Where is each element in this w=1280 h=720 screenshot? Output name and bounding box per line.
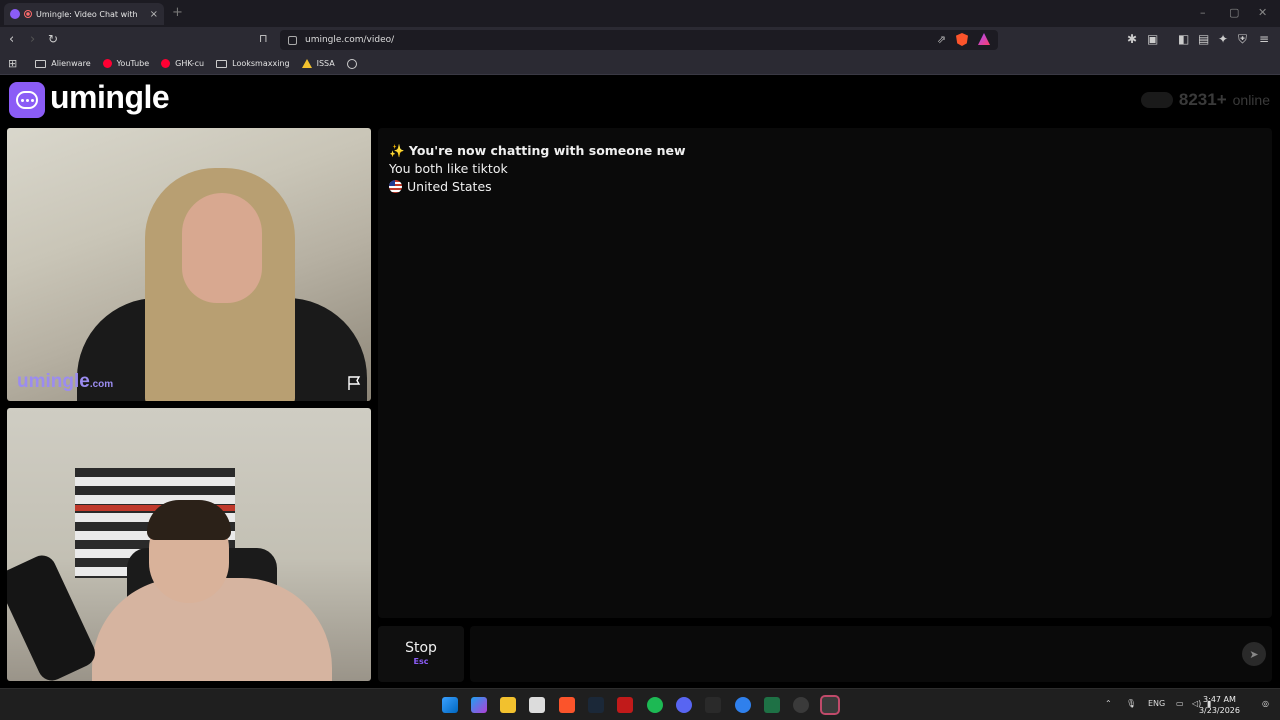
extensions-icon[interactable]: ✱ <box>1127 32 1137 46</box>
close-tab-icon[interactable]: × <box>150 9 158 20</box>
close-window-icon[interactable]: ✕ <box>1258 6 1267 19</box>
bookmark-ghk-cu[interactable]: GHK-cu <box>161 59 204 68</box>
site-info-icon[interactable] <box>288 35 297 45</box>
bookmarks-bar: ⊞ Alienware YouTube GHK-cu Looksmaxxing … <box>0 53 1280 75</box>
country-label: United States <box>407 179 492 194</box>
online-counter: 8231+ online <box>1140 90 1270 110</box>
recording-indicator-icon <box>24 10 32 18</box>
ai-sparkle-icon[interactable]: ✦ <box>1218 32 1228 46</box>
chat-panel: ✨ You're now chatting with someone new Y… <box>378 128 1272 618</box>
online-toggle[interactable] <box>1140 92 1173 108</box>
copilot-icon[interactable] <box>471 697 487 713</box>
youtube-icon <box>161 59 171 68</box>
share-icon[interactable]: ⇗ <box>937 33 946 46</box>
tab-title: Umingle: Video Chat with Stra <box>36 9 140 19</box>
reload-icon[interactable]: ↻ <box>48 32 58 46</box>
youtube-icon <box>102 59 112 68</box>
url-text: umingle.com/video/ <box>305 35 395 45</box>
start-icon[interactable] <box>442 697 458 713</box>
self-video <box>7 408 371 681</box>
umingle-favicon-icon <box>10 9 20 19</box>
bookmark-alienware[interactable]: Alienware <box>35 59 91 68</box>
system-clock[interactable]: 3:47 AM 3/23/2026 <box>1199 694 1240 716</box>
brave-shield-icon[interactable] <box>956 33 968 46</box>
issa-icon <box>301 59 312 68</box>
logo-text[interactable]: umingle <box>50 79 170 116</box>
stranger-video: umingle.com <box>7 128 371 401</box>
store-icon[interactable] <box>529 697 545 713</box>
common-interest-message: You both like tiktok <box>389 161 508 176</box>
browser-toolbar: ‹ › ↻ ⊓ umingle.com/video/ ⇗ ✱ ▣ ◧ ▤ ✦ ⛨… <box>0 27 1280 53</box>
wallet-icon[interactable]: ▣ <box>1147 32 1158 46</box>
us-flag-icon <box>389 180 402 193</box>
folder-icon <box>35 59 47 68</box>
back-icon[interactable]: ‹ <box>9 32 14 47</box>
new-tab-icon[interactable]: + <box>172 5 183 20</box>
bookmark-looksmaxxing[interactable]: Looksmaxxing <box>216 59 290 68</box>
browser-tab[interactable]: Umingle: Video Chat with Stra × <box>4 3 164 25</box>
apps-grid-icon[interactable]: ⊞ <box>8 57 17 70</box>
leo-icon[interactable]: ▤ <box>1198 32 1209 46</box>
maximize-icon[interactable]: ▢ <box>1229 6 1239 19</box>
tray-overflow-icon[interactable]: ⌃ <box>1105 699 1112 708</box>
discord-icon[interactable] <box>676 697 692 713</box>
online-label: online <box>1232 92 1270 108</box>
excel-icon[interactable] <box>764 697 780 713</box>
clock-date: 3/23/2026 <box>1198 706 1240 715</box>
minimize-icon[interactable]: – <box>1200 6 1206 19</box>
browser-tab-bar: Umingle: Video Chat with Stra × + – ▢ ✕ <box>0 0 1280 27</box>
red-app-icon[interactable] <box>617 697 633 713</box>
country-message: United States <box>389 178 1261 196</box>
bookmark-issa[interactable]: ISSA <box>301 59 335 68</box>
address-bar[interactable]: umingle.com/video/ ⇗ <box>280 30 998 50</box>
globe-icon <box>346 58 357 69</box>
brave-icon[interactable] <box>559 697 575 713</box>
stop-shortcut: Esc <box>413 657 429 666</box>
folder-icon <box>216 59 228 68</box>
microphone-icon[interactable]: 🎙 <box>1126 699 1136 708</box>
bookmark-youtube[interactable]: YouTube <box>102 59 149 68</box>
epic-games-icon[interactable] <box>705 697 721 713</box>
windows-taskbar: ⌃ 🎙 ENG ▭ ◁) ▮ 3:47 AM 3/23/2026 ◎ <box>0 688 1280 720</box>
online-count: 8231+ <box>1178 90 1227 109</box>
forward-icon[interactable]: › <box>30 32 35 47</box>
report-flag-icon[interactable] <box>346 375 362 391</box>
message-input[interactable]: ➤ <box>470 626 1272 682</box>
umingle-watermark: umingle.com <box>17 371 114 392</box>
self-hair <box>147 500 231 540</box>
menu-icon[interactable]: ≡ <box>1259 32 1269 46</box>
language-indicator[interactable]: ENG <box>1148 699 1165 708</box>
spotify-icon[interactable] <box>647 697 663 713</box>
epic-launcher-icon[interactable] <box>820 695 840 715</box>
vpn-shield-icon[interactable]: ⛨ <box>1238 32 1247 47</box>
bookmark-globe[interactable] <box>346 58 357 69</box>
stop-button[interactable]: Stop Esc <box>378 626 464 682</box>
clock-time: 3:47 AM <box>1203 695 1236 704</box>
clock-app-icon[interactable] <box>793 697 809 713</box>
brave-rewards-icon[interactable] <box>978 33 990 45</box>
notifications-icon[interactable]: ◎ <box>1262 699 1269 708</box>
bookmark-icon[interactable]: ⊓ <box>259 32 268 45</box>
chat-status-message: ✨ You're now chatting with someone new <box>389 143 686 158</box>
file-explorer-icon[interactable] <box>500 697 516 713</box>
stranger-face <box>182 193 262 303</box>
blue-app-icon[interactable] <box>735 697 751 713</box>
steam-icon[interactable] <box>588 697 604 713</box>
send-icon[interactable]: ➤ <box>1242 642 1266 666</box>
sidebar-icon[interactable]: ◧ <box>1178 32 1189 46</box>
umingle-logo-icon[interactable] <box>9 82 45 118</box>
umingle-page: umingle 8231+ online umingle.com ✨ You'r… <box>0 76 1280 686</box>
stop-label: Stop <box>405 640 437 656</box>
network-icon[interactable]: ▭ <box>1176 699 1184 708</box>
